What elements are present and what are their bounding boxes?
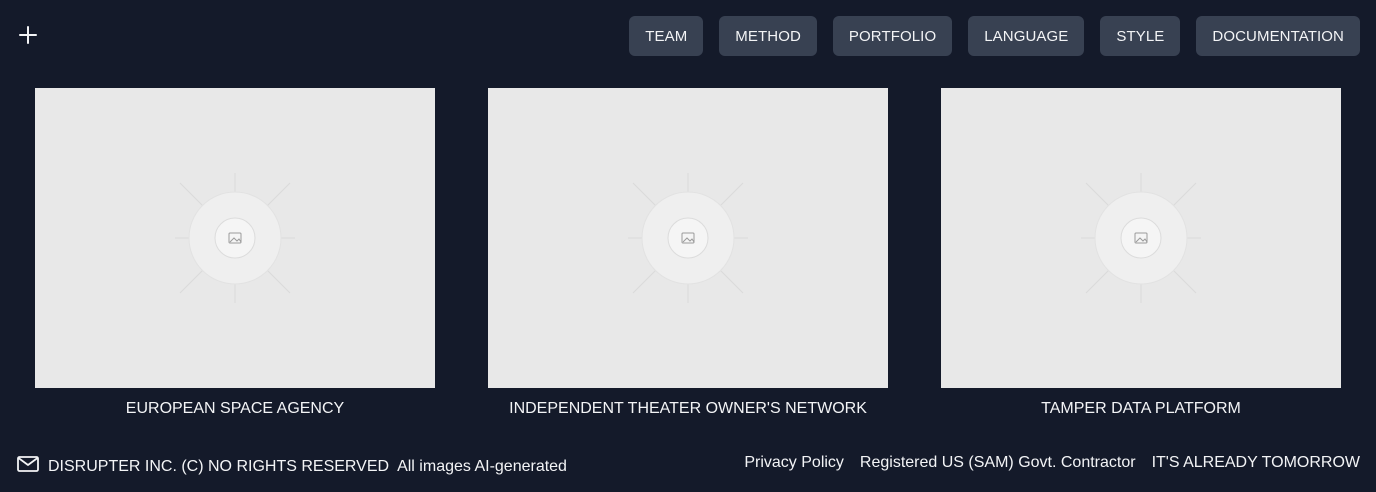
portfolio-caption: EUROPEAN SPACE AGENCY — [125, 400, 345, 417]
portfolio-image[interactable] — [35, 88, 435, 388]
image-placeholder-icon — [628, 173, 748, 303]
image-placeholder-icon — [1081, 173, 1201, 303]
mail-icon[interactable] — [16, 454, 40, 479]
footer-left: DISRUPTER INC. (C) NO RIGHTS RESERVED Al… — [16, 454, 567, 479]
portfolio-grid: EUROPEAN SPACE AGENCY INDEPENDENT THEATE… — [35, 88, 1341, 418]
footer-right: Privacy Policy Registered US (SAM) Govt.… — [744, 454, 1360, 472]
nav-team-button[interactable]: TEAM — [629, 16, 704, 56]
nav-portfolio-button[interactable]: PORTFOLIO — [832, 16, 953, 56]
copyright-text: DISRUPTER INC. (C) NO RIGHTS RESERVED — [48, 457, 390, 475]
top-nav: TEAM METHOD PORTFOLIO LANGUAGE STYLE DOC… — [629, 16, 1360, 56]
nav-style-button[interactable]: STYLE — [1100, 16, 1181, 56]
privacy-policy-link[interactable]: Privacy Policy — [744, 454, 844, 472]
nav-method-button[interactable]: METHOD — [719, 16, 817, 56]
portfolio-card-esa[interactable]: EUROPEAN SPACE AGENCY — [35, 88, 435, 418]
nav-documentation-button[interactable]: DOCUMENTATION — [1196, 16, 1360, 56]
page: TEAM METHOD PORTFOLIO LANGUAGE STYLE DOC… — [0, 0, 1376, 492]
portfolio-image[interactable] — [941, 88, 1341, 388]
portfolio-card-tamper-data[interactable]: TAMPER DATA PLATFORM — [941, 88, 1341, 418]
portfolio-card-theater-network[interactable]: INDEPENDENT THEATER OWNER'S NETWORK — [488, 88, 888, 418]
plus-icon[interactable] — [18, 25, 38, 45]
govt-contractor-link[interactable]: Registered US (SAM) Govt. Contractor — [860, 454, 1136, 472]
ai-note-text: All images AI-generated — [397, 457, 567, 475]
portfolio-caption: TAMPER DATA PLATFORM — [1041, 400, 1241, 417]
portfolio-caption: INDEPENDENT THEATER OWNER'S NETWORK — [509, 400, 867, 417]
already-tomorrow-link[interactable]: IT'S ALREADY TOMORROW — [1152, 454, 1360, 472]
portfolio-image[interactable] — [488, 88, 888, 388]
image-placeholder-icon — [175, 173, 295, 303]
nav-language-button[interactable]: LANGUAGE — [968, 16, 1085, 56]
